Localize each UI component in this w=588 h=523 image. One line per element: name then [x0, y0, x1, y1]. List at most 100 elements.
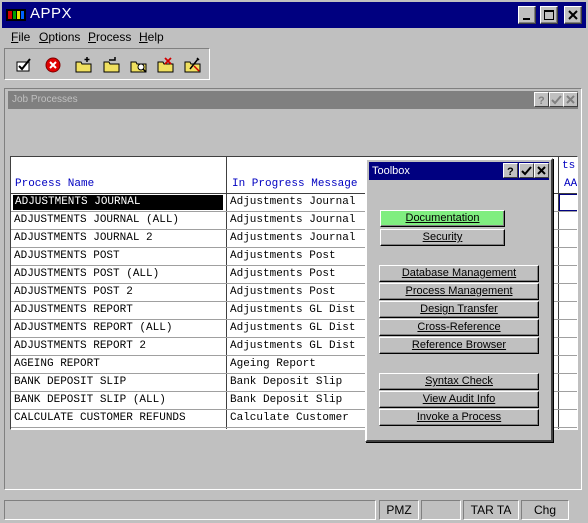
process-name-cell[interactable]: CALCULATE CUSTOMER REFUNDS [14, 412, 186, 424]
menu-process[interactable]: Process [88, 30, 131, 44]
help-icon: ? [538, 95, 545, 105]
ok-button[interactable] [13, 54, 35, 76]
in-progress-message-cell[interactable]: Ageing Report [230, 358, 316, 370]
find-folder-button[interactable] [128, 54, 150, 76]
title-bar[interactable]: APPX [2, 2, 586, 28]
status-chg: Chg [521, 500, 569, 520]
in-progress-message-cell[interactable]: Adjustments Journal [230, 214, 355, 226]
in-progress-message-cell[interactable]: Adjustments GL Dist [230, 322, 355, 334]
check-icon [521, 166, 532, 176]
syntax-check-button[interactable]: Syntax Check [379, 373, 539, 390]
process-name-cell[interactable]: ADJUSTMENTS REPORT 2 [14, 340, 146, 352]
column-header-partial-bottom: AA [564, 178, 578, 190]
status-main [4, 500, 376, 520]
ok-icon [16, 58, 31, 72]
process-name-cell[interactable]: BANK DEPOSIT SLIP (ALL) [14, 394, 166, 406]
column-header-in-progress-message[interactable]: In Progress Message [232, 178, 357, 190]
app-window: APPX File Options Process Help Job Proce… [0, 0, 588, 523]
svg-text:?: ? [507, 166, 514, 176]
status-pmz: PMZ [379, 500, 419, 520]
check-icon [551, 95, 562, 105]
status-blank [421, 500, 461, 520]
in-progress-message-cell[interactable]: Adjustments Journal [230, 196, 355, 208]
job-processes-title: Job Processes [12, 94, 78, 105]
process-name-cell[interactable]: ADJUSTMENTS POST [14, 250, 120, 262]
in-progress-message-cell[interactable]: Bank Deposit Slip [230, 376, 342, 388]
in-progress-message-cell[interactable]: Adjustments Post [230, 268, 336, 280]
menu-bar: File Options Process Help [2, 28, 586, 46]
process-name-cell[interactable]: ADJUSTMENTS REPORT (ALL) [14, 322, 172, 334]
app-logo-icon [6, 7, 26, 23]
process-name-cell[interactable]: ADJUSTMENTS JOURNAL (ALL) [14, 214, 179, 226]
reference-browser-button[interactable]: Reference Browser [379, 337, 539, 354]
edit-folder-button[interactable] [182, 54, 204, 76]
menu-file-label: ile [18, 30, 31, 44]
close-button[interactable] [564, 6, 582, 24]
process-name-cell[interactable]: ADJUSTMENTS JOURNAL [13, 195, 223, 210]
process-name-cell[interactable]: ADJUSTMENTS POST 2 [14, 286, 133, 298]
new-folder-button[interactable] [73, 54, 95, 76]
minimize-button[interactable] [518, 6, 536, 24]
toolbox-ok-button[interactable] [519, 163, 534, 178]
column-header-process-name[interactable]: Process Name [15, 178, 94, 190]
process-name-cell[interactable]: ADJUSTMENTS JOURNAL 2 [14, 232, 153, 244]
delete-folder-icon [157, 57, 174, 73]
toolbox-help-button[interactable]: ? [503, 163, 518, 178]
security-button[interactable]: Security [380, 229, 505, 246]
toolbar [4, 48, 210, 80]
in-progress-message-cell[interactable]: Adjustments Post [230, 286, 336, 298]
help-icon: ? [507, 166, 514, 176]
process-name-cell[interactable]: AGEING REPORT [14, 358, 100, 370]
child-help-button[interactable]: ? [534, 92, 549, 107]
new-folder-icon [75, 57, 92, 73]
in-progress-message-cell[interactable]: Adjustments GL Dist [230, 340, 355, 352]
design-transfer-button[interactable]: Design Transfer [379, 301, 539, 318]
in-progress-message-cell[interactable]: Adjustments GL Dist [230, 304, 355, 316]
toolbox-window: Toolbox ? Documentation Security Databas… [365, 158, 553, 442]
cross-reference-button[interactable]: Cross-Reference [379, 319, 539, 336]
toolbox-title-bar[interactable]: Toolbox ? [369, 162, 549, 180]
open-folder-icon [103, 57, 120, 73]
selected-cell-edit[interactable] [559, 194, 577, 211]
status-bar: PMZ TAR TA Chg [2, 500, 586, 520]
menu-process-mnemonic: P [88, 30, 97, 44]
in-progress-message-cell[interactable]: Adjustments Journal [230, 232, 355, 244]
in-progress-message-cell[interactable]: Calculate Customer [230, 412, 349, 424]
child-ok-button[interactable] [549, 92, 564, 107]
database-management-button[interactable]: Database Management [379, 265, 539, 282]
process-name-cell[interactable]: BANK DEPOSIT SLIP [14, 376, 126, 388]
menu-file[interactable]: File [11, 30, 30, 44]
documentation-button[interactable]: Documentation [380, 210, 505, 227]
menu-help-label: elp [147, 30, 164, 44]
view-audit-info-button[interactable]: View Audit Info [379, 391, 539, 408]
toolbox-title: Toolbox [372, 165, 410, 177]
close-icon [566, 95, 575, 104]
svg-text:?: ? [538, 95, 545, 105]
cancel-icon [45, 57, 61, 73]
open-folder-button[interactable] [101, 54, 123, 76]
invoke-process-button[interactable]: Invoke a Process [379, 409, 539, 426]
delete-folder-button[interactable] [155, 54, 177, 76]
menu-options[interactable]: Options [39, 30, 80, 44]
in-progress-message-cell[interactable]: Bank Deposit Slip [230, 394, 342, 406]
toolbox-close-button[interactable] [534, 163, 549, 178]
menu-help-mnemonic: H [139, 30, 148, 44]
menu-process-label: rocess [96, 30, 132, 44]
process-name-cell[interactable]: ADJUSTMENTS REPORT [14, 304, 133, 316]
maximize-button[interactable] [540, 6, 558, 24]
find-folder-icon [130, 61, 147, 73]
menu-options-mnemonic: O [39, 30, 49, 44]
menu-options-label: ptions [48, 30, 81, 44]
close-icon [537, 166, 546, 175]
in-progress-message-cell[interactable]: Adjustments Post [230, 250, 336, 262]
column-header-partial-top: ts- [562, 160, 577, 172]
status-tar-ta: TAR TA [463, 500, 519, 520]
menu-help[interactable]: Help [139, 30, 164, 44]
job-processes-title-bar[interactable]: Job Processes ? [8, 91, 578, 109]
process-management-button[interactable]: Process Management [379, 283, 539, 300]
window-title: APPX [30, 5, 73, 22]
cancel-button[interactable] [42, 54, 64, 76]
child-close-button[interactable] [563, 92, 578, 107]
edit-folder-icon [184, 57, 201, 73]
process-name-cell[interactable]: ADJUSTMENTS POST (ALL) [14, 268, 159, 280]
